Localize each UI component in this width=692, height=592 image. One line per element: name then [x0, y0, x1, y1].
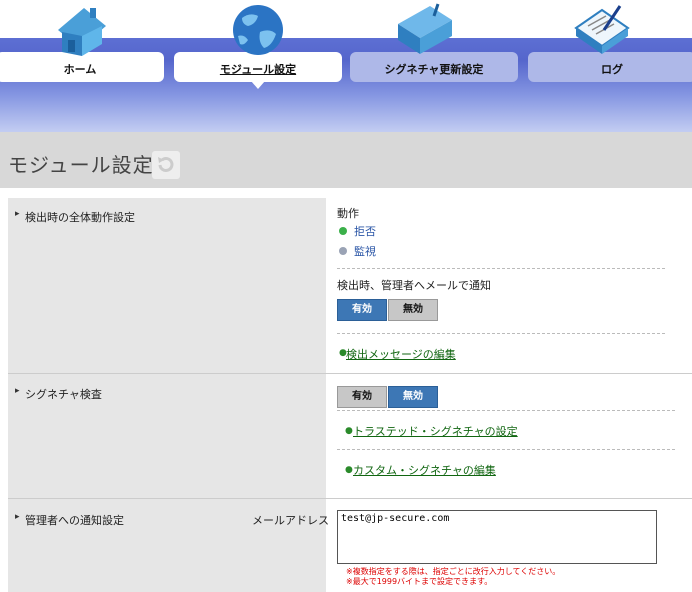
refresh-icon[interactable]: [152, 151, 180, 179]
link-icon: ●: [345, 426, 353, 436]
divider: [337, 333, 665, 334]
action-heading: 動作: [337, 207, 359, 220]
notify-heading: 検出時、管理者へメールで通知: [337, 279, 491, 292]
email-field-label: メールアドレス: [252, 514, 329, 527]
binder-icon: [398, 3, 452, 54]
note-max-bytes: ※最大で1999バイトまで設定できます。: [346, 577, 493, 586]
tab-module-settings-label: モジュール設定: [219, 63, 297, 76]
divider: [337, 410, 675, 411]
signature-enable-button[interactable]: 有効: [337, 386, 387, 408]
notify-enable-button[interactable]: 有効: [337, 299, 387, 321]
clipboard-icon: [574, 5, 630, 54]
trusted-signature-link[interactable]: トラステッド・シグネチャの設定: [353, 423, 518, 439]
notify-disable-button[interactable]: 無効: [388, 299, 438, 321]
link-icon: ●: [345, 465, 353, 475]
radio-monitor-label[interactable]: 監視: [354, 243, 376, 259]
radio-monitor[interactable]: [339, 247, 347, 255]
section-arrow-icon: ▸: [15, 386, 20, 396]
tab-log-label: ログ: [601, 63, 623, 76]
edit-message-link[interactable]: 検出メッセージの編集: [346, 346, 456, 362]
title-bar: モジュール設定: [0, 132, 692, 188]
divider: [337, 268, 665, 269]
section-arrow-icon: ▸: [15, 209, 20, 219]
section2-label: シグネチャ検査: [25, 388, 102, 401]
globe-icon: [233, 5, 283, 55]
custom-signature-link[interactable]: カスタム・シグネチャの編集: [353, 462, 496, 478]
radio-reject-label[interactable]: 拒否: [354, 223, 376, 239]
signature-disable-button[interactable]: 無効: [388, 386, 438, 408]
section-arrow-icon: ▸: [15, 512, 20, 522]
house-icon: [58, 8, 106, 56]
section3-label: 管理者への通知設定: [25, 514, 124, 527]
email-address-textarea[interactable]: test@jp-secure.com: [337, 510, 657, 564]
divider: [337, 449, 675, 450]
page-title: モジュール設定: [8, 153, 154, 177]
header-nav: ホーム モジュール設定 シグネチャ更新設定 ログ: [0, 0, 692, 132]
tab-home-label: ホーム: [63, 63, 97, 76]
active-tab-caret: [251, 81, 265, 89]
radio-reject[interactable]: [339, 227, 347, 235]
tab-signature-update-label: シグネチャ更新設定: [384, 63, 484, 76]
section1-label: 検出時の全体動作設定: [25, 211, 135, 224]
